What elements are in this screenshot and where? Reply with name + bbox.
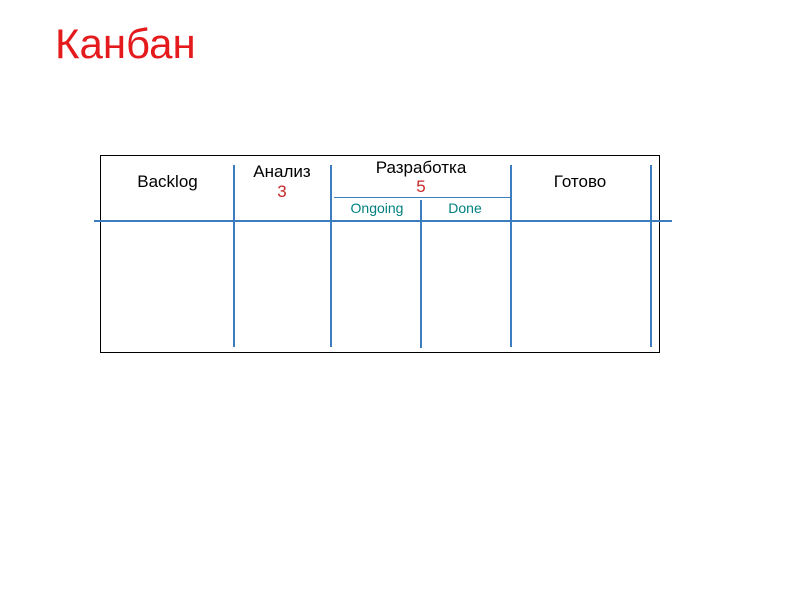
subcolumn-header-ongoing: Ongoing bbox=[334, 200, 420, 216]
subcolumn-header-done: Done bbox=[422, 200, 508, 216]
column-header-ready: Готово bbox=[512, 172, 648, 192]
wip-limit-development: 5 bbox=[332, 177, 510, 197]
divider-dev-ongoing-done bbox=[420, 200, 422, 348]
slide-title: Канбан bbox=[55, 20, 196, 68]
dev-subheader-line bbox=[334, 197, 510, 198]
column-header-analysis: Анализ bbox=[234, 162, 330, 182]
divider-development-ready bbox=[510, 165, 512, 347]
board-header-separator bbox=[94, 220, 672, 222]
slide: Канбан Backlog Анализ Разработка Готово … bbox=[0, 0, 800, 600]
column-header-development: Разработка bbox=[332, 158, 510, 178]
wip-limit-analysis: 3 bbox=[234, 182, 330, 202]
column-header-backlog: Backlog bbox=[105, 172, 230, 192]
divider-ready-end bbox=[650, 165, 652, 347]
